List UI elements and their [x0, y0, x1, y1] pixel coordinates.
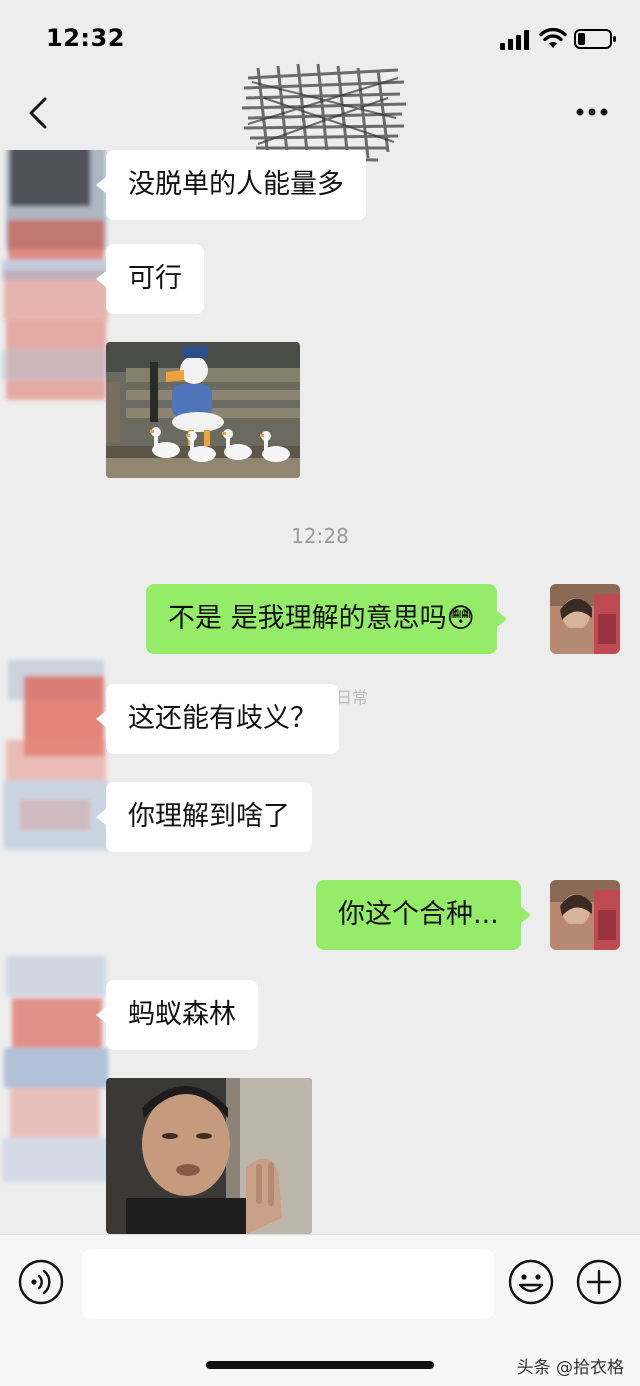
- chat-screen: 12:32 没脱单的人能量多 可行 12:28 不是 是我理解的意思吗😳 这还能…: [0, 0, 640, 1386]
- message-text: 不是 是我理解的意思吗😳: [168, 603, 475, 634]
- chat-header: [0, 63, 640, 163]
- message-text: 蚂蚁森林: [128, 999, 236, 1030]
- incoming-message[interactable]: 蚂蚁森林: [96, 980, 258, 1050]
- chevron-left-icon[interactable]: [26, 96, 50, 130]
- message-input[interactable]: [82, 1249, 494, 1319]
- incoming-message[interactable]: 没脱单的人能量多: [96, 150, 366, 220]
- self-avatar[interactable]: [550, 880, 620, 950]
- message-text: 没脱单的人能量多: [128, 169, 344, 200]
- message-list[interactable]: 没脱单的人能量多 可行 12:28 不是 是我理解的意思吗😳 这还能有歧义？ 你…: [0, 150, 640, 1234]
- voice-icon[interactable]: [18, 1259, 64, 1305]
- blurred-avatar: [4, 660, 108, 850]
- signal-icon: [500, 30, 529, 50]
- message-text: 这还能有歧义？: [128, 703, 317, 734]
- donald-duck-sticker[interactable]: [106, 342, 300, 478]
- incoming-message[interactable]: 可行: [96, 244, 204, 314]
- source-watermark: 头条 @拾衣格: [516, 1358, 624, 1378]
- incoming-message[interactable]: 这还能有歧义？: [96, 684, 339, 754]
- wifi-icon: [539, 27, 567, 48]
- home-indicator[interactable]: [206, 1361, 434, 1369]
- outgoing-message[interactable]: 你这个合种...: [316, 880, 531, 950]
- emoji-icon[interactable]: [508, 1259, 554, 1305]
- input-bar: 头条 @拾衣格: [0, 1234, 640, 1386]
- message-text: 你这个合种...: [338, 899, 499, 930]
- blurred-avatar: [2, 956, 110, 1182]
- man-peeking-sticker[interactable]: [106, 1078, 312, 1234]
- battery-icon: [574, 29, 616, 49]
- status-time: 12:32: [46, 24, 125, 52]
- message-text: 你理解到啥了: [128, 801, 290, 832]
- incoming-message[interactable]: 你理解到啥了: [96, 782, 312, 852]
- more-dots-icon[interactable]: [574, 102, 610, 122]
- self-avatar[interactable]: [550, 584, 620, 654]
- message-text: 可行: [128, 263, 182, 294]
- outgoing-message[interactable]: 不是 是我理解的意思吗😳: [146, 584, 507, 654]
- plus-icon[interactable]: [576, 1259, 622, 1305]
- message-timestamp: 12:28: [291, 524, 349, 548]
